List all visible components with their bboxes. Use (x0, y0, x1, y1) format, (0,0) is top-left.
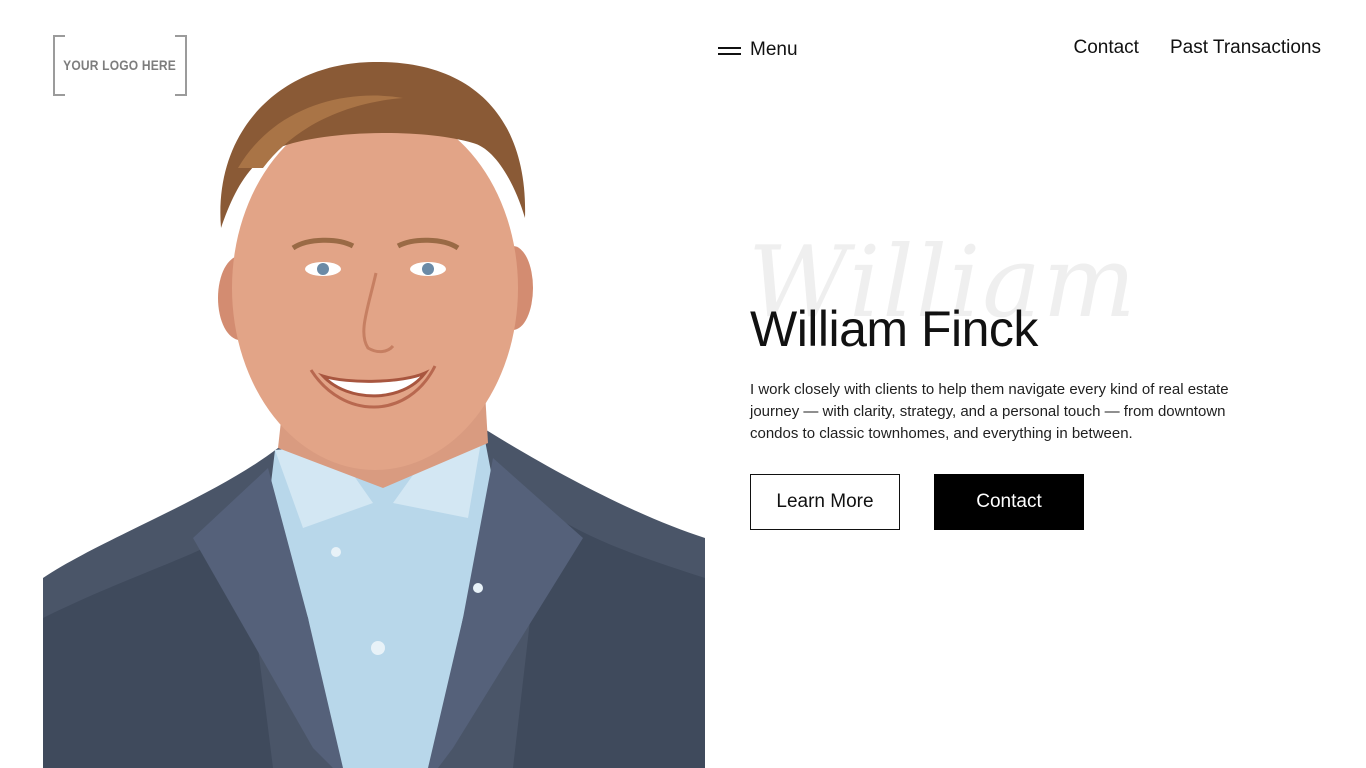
contact-button[interactable]: Contact (934, 474, 1084, 530)
hamburger-icon (718, 46, 741, 55)
page: YOUR LOGO HERE Menu Contact Past Transac… (0, 0, 1366, 768)
menu-button[interactable]: Menu (718, 37, 798, 63)
menu-label: Menu (750, 39, 798, 60)
agent-portrait (43, 58, 705, 768)
top-nav: Contact Past Transactions (1073, 37, 1321, 59)
page-title: William Finck (750, 301, 1038, 357)
hero-description: I work closely with clients to help them… (750, 381, 1229, 442)
nav-link-contact[interactable]: Contact (1073, 37, 1138, 59)
learn-more-button[interactable]: Learn More (750, 474, 900, 530)
nav-link-past-transactions[interactable]: Past Transactions (1170, 37, 1321, 59)
